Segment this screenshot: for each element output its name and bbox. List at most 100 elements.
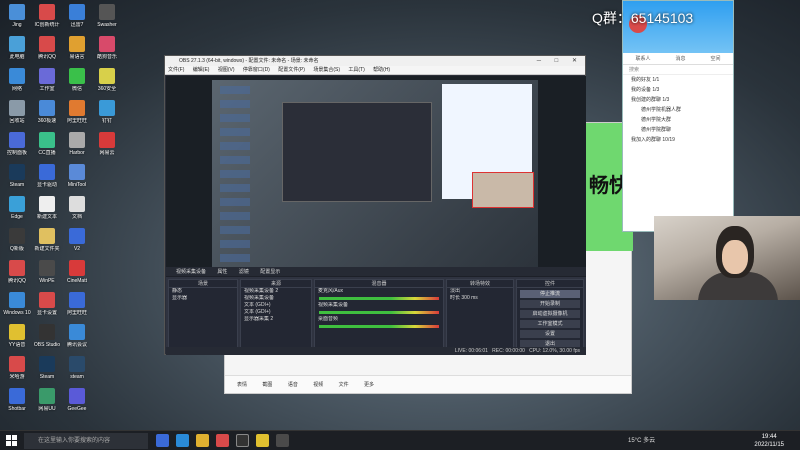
desktop-icon[interactable]: Steam [32, 356, 62, 380]
desktop-icon[interactable]: GeeGee [62, 388, 92, 412]
qq-category-item[interactable]: 我的设备 1/3 [623, 85, 733, 95]
settings-button[interactable]: 设置 [520, 330, 580, 338]
chat-tool-emoji[interactable]: 表情 [237, 382, 247, 388]
source-item[interactable]: 视频采集设备 2 [241, 288, 311, 295]
taskbar-search-input[interactable]: 在这里输入你要搜索的内容 [24, 433, 148, 449]
desktop-icon[interactable]: 易语言 [62, 36, 92, 60]
desktop-icon[interactable]: 控制面板 [2, 132, 32, 156]
desktop-icon[interactable]: MiniTool [62, 164, 92, 188]
desktop-icon[interactable]: Windows 10 [2, 292, 32, 316]
desktop-icon[interactable]: 显卡驱动 [32, 164, 62, 188]
file-explorer-icon[interactable] [196, 434, 209, 447]
qq-category-item[interactable]: 我加入的群聊 10/19 [623, 135, 733, 145]
desktop-icon[interactable]: steam [62, 356, 92, 380]
qq-category-item[interactable]: 我创建的群聊 1/3 [623, 95, 733, 105]
task-view-icon[interactable] [156, 434, 169, 447]
desktop-icon[interactable]: 网易云 [92, 132, 122, 156]
desktop-icon[interactable]: Swasher [92, 4, 122, 28]
source-item[interactable]: 显示器采集 2 [241, 316, 311, 323]
qq-category-item[interactable]: 我的好友 1/1 [623, 75, 733, 85]
menu-profile[interactable]: 配置文件(P) [278, 67, 305, 73]
desktop-icon[interactable]: CC直播 [32, 132, 62, 156]
desktop-icon[interactable]: 钉钉 [92, 100, 122, 124]
desktop-icon[interactable]: 360安全 [92, 68, 122, 92]
tab-space[interactable]: 空间 [710, 53, 720, 64]
desktop-icon[interactable]: Edge [2, 196, 32, 220]
desktop-icon[interactable]: 网络 [2, 68, 32, 92]
start-recording-button[interactable]: 开始录制 [520, 300, 580, 308]
chat-tool-screenshot[interactable]: 截图 [262, 382, 272, 388]
desktop-icon[interactable]: CineMatt [62, 260, 92, 284]
qq-group-item[interactable]: 德州学院大群 [623, 115, 733, 125]
chat-tool-video[interactable]: 视频 [313, 382, 323, 388]
edge-icon[interactable] [176, 434, 189, 447]
windows-start-icon[interactable] [6, 435, 17, 446]
desktop-icon[interactable]: Q新版 [2, 228, 32, 252]
chat-tool-more[interactable]: 更多 [364, 382, 374, 388]
desktop-icon[interactable]: Jing [2, 4, 32, 28]
scene-item[interactable]: 显示器 [169, 295, 237, 302]
qq-group-item[interactable]: 德州学院群聊 [623, 125, 733, 135]
desktop-icon[interactable]: Harbor [62, 132, 92, 156]
app-icon[interactable] [256, 434, 269, 447]
desktop-icon[interactable]: YY语音 [2, 324, 32, 348]
obs-titlebar[interactable]: OBS 27.1.3 (64-bit, windows) - 配置文件: 未命名… [165, 56, 585, 66]
menu-view[interactable]: 视图(V) [218, 67, 235, 73]
volume-meter[interactable] [319, 325, 439, 328]
system-clock[interactable]: 19:44 2022/11/15 [754, 433, 784, 449]
volume-meter[interactable] [319, 297, 439, 300]
menu-docks[interactable]: 停靠窗口(D) [243, 67, 270, 73]
chat-tool-voice[interactable]: 语音 [288, 382, 298, 388]
menu-tools[interactable]: 工具(T) [348, 67, 364, 73]
tab-messages[interactable]: 消息 [675, 53, 685, 64]
source-item[interactable]: 文本 (GDI+) [241, 309, 311, 316]
tab-contacts[interactable]: 联系人 [635, 53, 650, 64]
qq-group-item[interactable]: 德州学院机器人群 [623, 105, 733, 115]
desktop-icon[interactable]: 360极速 [32, 100, 62, 124]
desktop-icon[interactable]: WinPE [32, 260, 62, 284]
desktop-icon[interactable]: 腾讯会议 [62, 324, 92, 348]
desktop-icon[interactable]: OBS Studio [32, 324, 62, 348]
desktop-icon[interactable]: Steam [2, 164, 32, 188]
scene-item[interactable]: 静态 [169, 288, 237, 295]
desktop-icon[interactable]: 此电脑 [2, 36, 32, 60]
volume-meter[interactable] [319, 311, 439, 314]
desktop-icon[interactable]: 新建文本 [32, 196, 62, 220]
desktop-icon[interactable]: V2 [62, 228, 92, 252]
display-config-button[interactable]: 配置显示 [260, 269, 280, 275]
desktop-icon[interactable]: 阿里旺旺 [62, 292, 92, 316]
properties-button[interactable]: 属性 [217, 269, 227, 275]
source-item[interactable]: 文本 (GDI+) [241, 302, 311, 309]
obs-icon[interactable] [236, 434, 249, 447]
virtual-camera-button[interactable]: 启动虚拟摄像机 [520, 310, 580, 318]
desktop-icon[interactable]: 米哈游 [2, 356, 32, 380]
studio-mode-button[interactable]: 工作室模式 [520, 320, 580, 328]
menu-file[interactable]: 文件(F) [168, 67, 184, 73]
desktop-icon[interactable]: Shotbar [2, 388, 32, 412]
stop-streaming-button[interactable]: 停止推流 [520, 290, 580, 298]
desktop-icon[interactable]: 新建文件夹 [32, 228, 62, 252]
desktop-icon[interactable]: 腾讯QQ [2, 260, 32, 284]
desktop-icon[interactable]: 迅雷7 [62, 4, 92, 28]
desktop-icon[interactable]: 酷狗音乐 [92, 36, 122, 60]
menu-edit[interactable]: 编辑(E) [193, 67, 210, 73]
desktop-icon[interactable]: 显卡设置 [32, 292, 62, 316]
desktop-icon[interactable]: 腾讯QQ [32, 36, 62, 60]
desktop-icon[interactable]: 文档 [62, 196, 92, 220]
transition-select[interactable]: 淡出 [447, 288, 513, 295]
qq-panel[interactable]: 联系人 消息 空间 搜索 我的好友 1/1 我的设备 1/3 我创建的群聊 1/3 德… [622, 0, 734, 232]
duration-value[interactable]: 300 ms [461, 295, 477, 301]
desktop-icon[interactable]: 回收站 [2, 100, 32, 124]
qq-search-input[interactable]: 搜索 [623, 65, 733, 75]
source-item[interactable]: 视频采集设备 [241, 295, 311, 302]
menu-help[interactable]: 帮助(H) [373, 67, 390, 73]
desktop-icon[interactable]: 网易UU [32, 388, 62, 412]
chat-tool-file[interactable]: 文件 [339, 382, 349, 388]
steam-icon[interactable] [276, 434, 289, 447]
desktop-icon[interactable]: IC创新统计 [32, 4, 62, 28]
window-controls[interactable]: ─ □ ✕ [537, 56, 583, 66]
app-icon[interactable] [216, 434, 229, 447]
desktop-icon[interactable]: 微信 [62, 68, 92, 92]
desktop-icon[interactable]: 阿里旺旺 [62, 100, 92, 124]
desktop-icon[interactable]: 工作室 [32, 68, 62, 92]
